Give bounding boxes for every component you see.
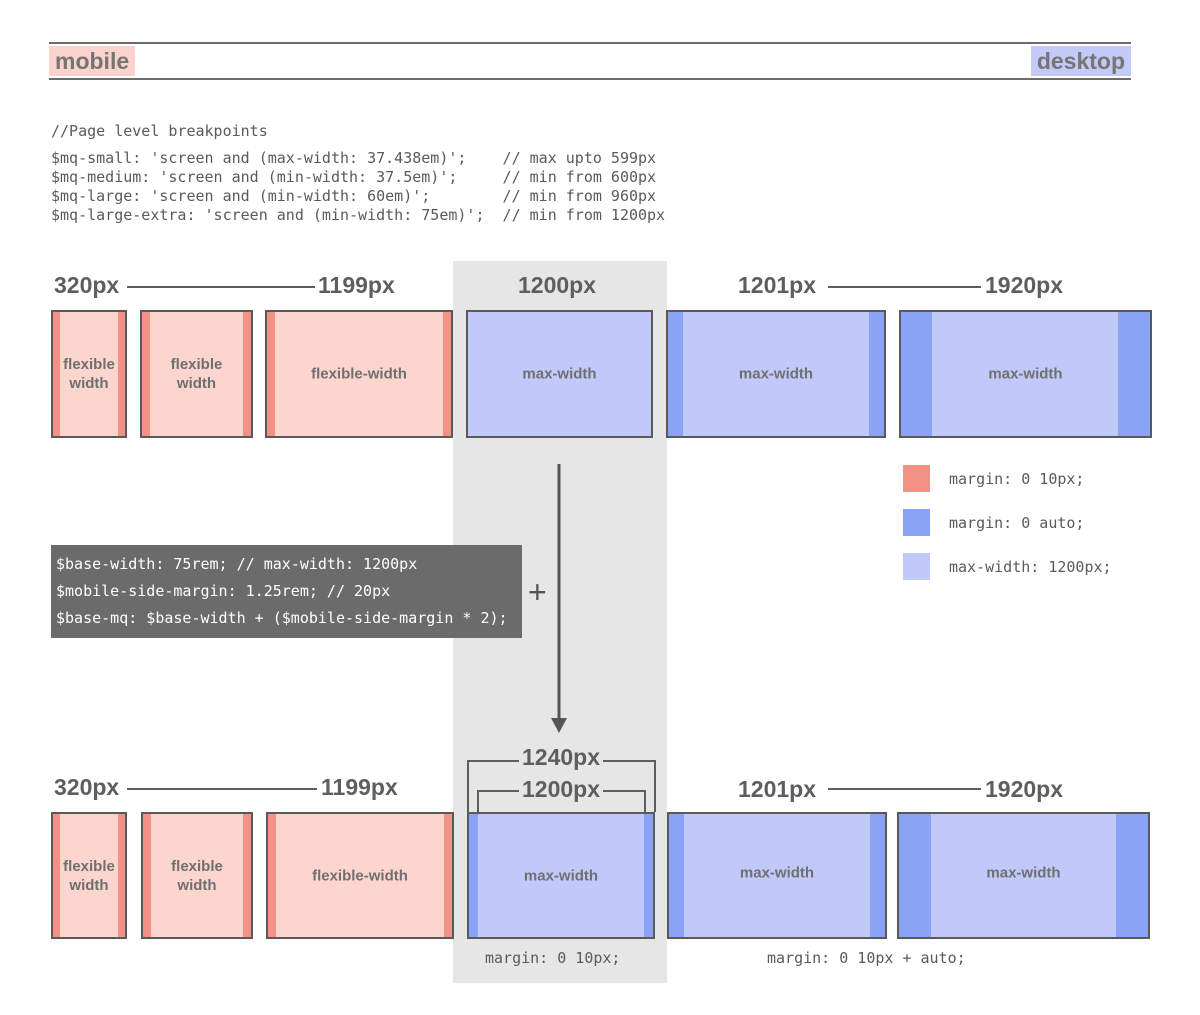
top-box-flexible-1: flexible width: [51, 310, 127, 438]
bottom-px-320: 320px: [54, 774, 120, 800]
mobile-label: mobile: [49, 46, 136, 76]
desktop-label: desktop: [1030, 46, 1131, 76]
bottom-box-max-width-1920: max-width: [897, 812, 1150, 939]
bottom-px-1920: 1920px: [985, 776, 1064, 802]
box-label: flexible-width: [312, 867, 408, 884]
top-px-1199: 1199px: [318, 272, 395, 298]
box-label: flexible width: [171, 857, 223, 894]
bottom-px-1240: 1240px: [519, 744, 604, 771]
legend-swatch-max-width: [903, 553, 930, 580]
top-range-line-mobile: [127, 286, 315, 288]
top-box-flexible-3: flexible-width: [265, 310, 453, 438]
legend-text-margin-10px: margin: 0 10px;: [949, 470, 1085, 488]
bottom-px-1200: 1200px: [519, 776, 604, 803]
plus-icon: +: [528, 574, 547, 610]
legend-swatch-margin-10px: [903, 465, 930, 492]
code-comment: //Page level breakpoints: [51, 122, 268, 140]
top-box-max-width-1200: max-width: [466, 310, 653, 438]
top-px-1920: 1920px: [985, 272, 1064, 298]
sass-line-mobile-margin: $mobile-side-margin: 1.25rem; // 20px: [56, 582, 391, 600]
box-label: flexible width: [63, 857, 115, 894]
box-label: max-width: [738, 365, 814, 383]
sass-line-base-width: $base-width: 75rem; // max-width: 1200px: [56, 555, 418, 573]
bottom-box-flexible-1: flexible width: [51, 812, 127, 939]
box-label: max-width: [522, 365, 597, 383]
down-arrow-icon: [551, 464, 567, 733]
box-label: flexible-width: [311, 365, 407, 383]
bottom-box-flexible-3: flexible-width: [266, 812, 454, 939]
top-range-line-desktop: [828, 286, 981, 288]
caption-margin-10px-auto: margin: 0 10px + auto;: [767, 949, 966, 967]
bottom-px-1199: 1199px: [321, 774, 398, 800]
bottom-box-max-width-1201: max-width: [667, 812, 887, 939]
top-px-1201: 1201px: [738, 272, 817, 298]
box-label: flexible width: [170, 356, 223, 392]
top-px-320: 320px: [54, 272, 120, 298]
code-line-small: $mq-small: 'screen and (max-width: 37.43…: [51, 149, 657, 167]
box-label: max-width: [986, 864, 1061, 882]
box-label: max-width: [988, 365, 1063, 383]
sass-code-block: $base-width: 75rem; // max-width: 1200px…: [51, 545, 522, 638]
box-label: max-width: [523, 867, 599, 884]
box-label: flexible width: [63, 356, 115, 392]
box-label: max-width: [739, 864, 815, 882]
top-box-max-width-1920: max-width: [899, 310, 1152, 438]
legend-text-margin-auto: margin: 0 auto;: [949, 514, 1085, 532]
code-line-large-extra: $mq-large-extra: 'screen and (min-width:…: [51, 206, 666, 224]
bottom-box-flexible-2: flexible width: [141, 812, 253, 939]
device-scale-bar: mobile desktop: [49, 42, 1131, 80]
bottom-range-line-mobile: [127, 788, 317, 790]
top-box-max-width-1201: max-width: [666, 310, 886, 438]
bottom-box-max-width-1240: max-width: [467, 812, 655, 939]
bottom-range-line-desktop: [828, 788, 981, 790]
top-box-flexible-2: flexible width: [140, 310, 253, 438]
bottom-px-1201: 1201px: [738, 776, 817, 802]
legend-text-max-width: max-width: 1200px;: [949, 558, 1112, 576]
code-line-large: $mq-large: 'screen and (min-width: 60em)…: [51, 187, 657, 205]
top-px-1200: 1200px: [518, 272, 597, 298]
caption-margin-10px: margin: 0 10px;: [485, 949, 621, 967]
legend-swatch-margin-auto: [903, 509, 930, 536]
code-line-medium: $mq-medium: 'screen and (min-width: 37.5…: [51, 168, 657, 186]
sass-line-base-mq: $base-mq: $base-width + ($mobile-side-ma…: [56, 609, 508, 627]
